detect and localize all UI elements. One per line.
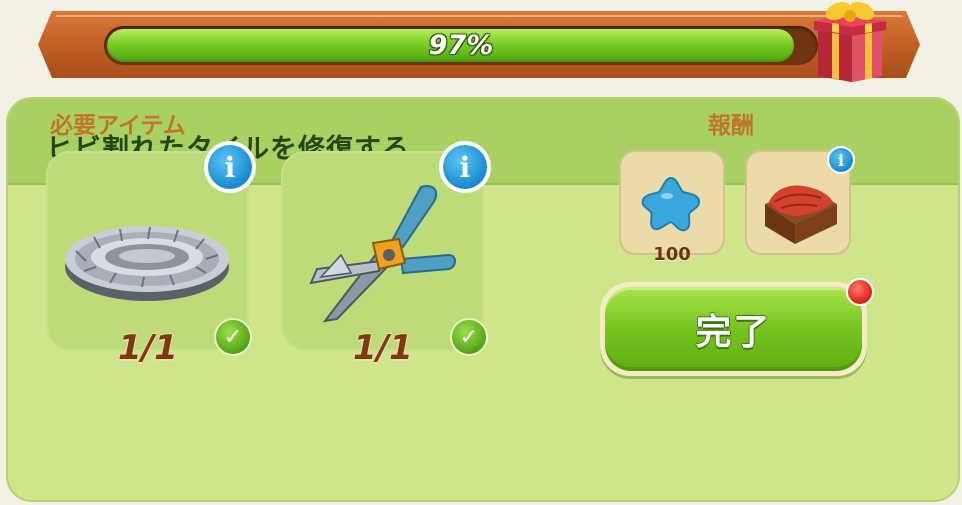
checkmark-icon: ✓ — [450, 318, 488, 356]
reward-item-card[interactable] — [619, 150, 725, 255]
info-icon: i — [208, 145, 252, 189]
required-items-label: 必要アイテム — [50, 113, 186, 139]
blue-star-icon — [641, 176, 701, 232]
complete-button-label: 完了 — [695, 312, 772, 353]
rewards-label: 報酬 — [708, 113, 754, 139]
checkmark-icon: ✓ — [214, 318, 252, 356]
reward-info-button[interactable]: i — [827, 146, 855, 174]
item-count: 1/1 — [118, 328, 178, 368]
reward-amount: 100 — [653, 244, 691, 265]
info-icon: i — [829, 148, 853, 172]
item-count: 1/1 — [353, 328, 413, 368]
complete-button-face: 完了 — [605, 287, 862, 371]
item-info-button[interactable]: i — [439, 141, 491, 193]
progress-percent: 97% — [428, 30, 494, 61]
complete-button[interactable]: 完了 — [600, 282, 867, 376]
red-notification-dot — [846, 278, 874, 306]
item-info-button[interactable]: i — [204, 141, 256, 193]
info-icon: i — [443, 145, 487, 189]
gift-box-icon[interactable] — [812, 0, 888, 82]
